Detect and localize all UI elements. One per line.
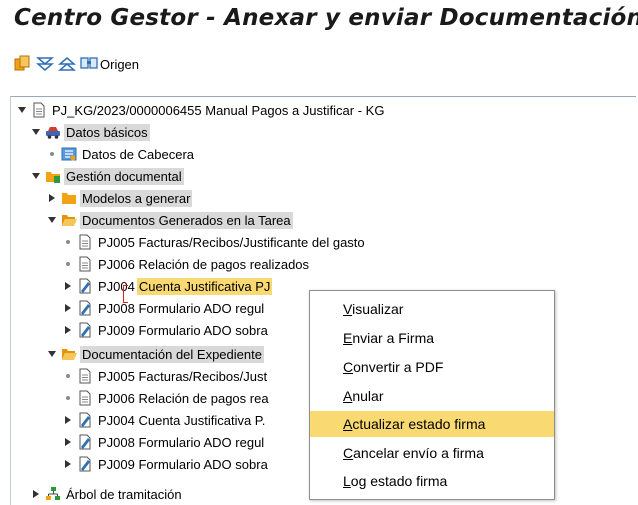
menu-item-cancelar-envio-firma[interactable]: Cancelar envío a firma: [310, 440, 554, 466]
caret-down-icon[interactable]: [31, 171, 41, 181]
modelos-generar-label: Modelos a generar: [80, 189, 193, 207]
gen-item-label: PJ009 Formulario ADO sobra: [98, 322, 268, 338]
menu-item-label: Visualizar: [343, 301, 404, 317]
menu-item-anular[interactable]: Anular: [310, 383, 554, 409]
tree-node-exp-pj008[interactable]: PJ008 Formulario ADO regul: [63, 431, 266, 453]
caret-right-icon[interactable]: [63, 437, 73, 447]
tree-node-exp-pj009[interactable]: PJ009 Formulario ADO sobra: [63, 453, 270, 475]
expand-all-icon[interactable]: [36, 54, 54, 74]
hierarchy-icon: [46, 487, 60, 500]
leaf-bullet: [63, 371, 73, 381]
document-icon: [79, 390, 91, 406]
leaf-bullet: [63, 237, 73, 247]
open-folder-icon: [62, 349, 77, 360]
menu-item-label: Cancelar envío a firma: [343, 445, 484, 461]
edit-document-icon: [79, 434, 91, 450]
caret-down-icon[interactable]: [47, 349, 57, 359]
tree-node-gen-pj005[interactable]: PJ005 Facturas/Recibos/Justificante del …: [63, 231, 367, 253]
exp-item-label: PJ006 Relación de pagos rea: [98, 390, 269, 406]
docs-generados-label: Documentos Generados en la Tarea: [80, 211, 293, 229]
menu-item-label: Actualizar estado firma: [343, 416, 486, 432]
caret-right-icon[interactable]: [63, 303, 73, 313]
caret-right-icon[interactable]: [63, 281, 73, 291]
exp-item-label: PJ005 Facturas/Recibos/Just: [98, 368, 268, 384]
exp-item-label: PJ008 Formulario ADO regul: [98, 434, 265, 450]
menu-item-actualizar-estado-firma[interactable]: Actualizar estado firma: [310, 411, 554, 437]
folder-icon: [62, 193, 76, 204]
tree-node-arbol-tramitacion[interactable]: Árbol de tramitación: [31, 483, 184, 505]
menu-item-label: Enviar a Firma: [343, 330, 435, 346]
tree-node-gestion-documental[interactable]: Gestión documental: [31, 165, 184, 187]
tree-node-docs-generados[interactable]: Documentos Generados en la Tarea: [47, 209, 293, 231]
menu-item-label: Log estado firma: [343, 473, 448, 489]
tree-node-datos-cabecera[interactable]: Datos de Cabecera: [47, 143, 196, 165]
gen-item-label: PJ004: [98, 278, 135, 294]
document-icon: [79, 234, 91, 250]
car-icon: [46, 127, 60, 139]
gestion-documental-label: Gestión documental: [64, 167, 184, 185]
menu-item-convertir-pdf[interactable]: Convertir a PDF: [310, 354, 554, 380]
root-label: PJ_KG/2023/0000006455 Manual Pagos a Jus…: [52, 102, 385, 118]
origin-button[interactable]: Origen: [80, 54, 139, 74]
leaf-bullet: [63, 259, 73, 269]
menu-item-enviar-firma[interactable]: Enviar a Firma: [310, 325, 554, 351]
caret-down-icon[interactable]: [17, 105, 27, 115]
edit-document-icon: [79, 412, 91, 428]
origin-icon: [80, 57, 98, 69]
open-folder-icon: [62, 215, 77, 226]
leaf-bullet: [47, 149, 57, 159]
caret-right-icon[interactable]: [63, 415, 73, 425]
datos-cabecera-label: Datos de Cabecera: [82, 146, 195, 162]
folder-managed-icon: [46, 172, 60, 183]
document-icon: [79, 256, 91, 272]
caret-right-icon[interactable]: [47, 193, 57, 203]
gen-item-label: PJ008 Formulario ADO regul: [98, 300, 265, 316]
tree-node-exp-pj005[interactable]: PJ005 Facturas/Recibos/Just: [63, 365, 269, 387]
doc-expediente-label: Documentación del Expediente: [80, 345, 264, 363]
tree-node-modelos-generar[interactable]: Modelos a generar: [47, 187, 193, 209]
tree-node-gen-pj009[interactable]: PJ009 Formulario ADO sobra: [63, 319, 270, 341]
collapse-all-icon[interactable]: [58, 54, 76, 74]
tree-node-doc-expediente[interactable]: Documentación del Expediente: [47, 343, 264, 365]
edit-document-icon: [79, 300, 91, 316]
gen-pj004-highlight: Cuenta Justificativa PJ: [136, 277, 273, 295]
tree-node-exp-pj004[interactable]: PJ004 Cuenta Justificativa P.: [63, 409, 267, 431]
header-data-icon: [61, 147, 77, 161]
menu-item-log-estado-firma[interactable]: Log estado firma: [310, 468, 554, 494]
gen-item-label: PJ005 Facturas/Recibos/Justificante del …: [98, 234, 365, 250]
gen-item-label: PJ006 Relación de pagos realizados: [98, 256, 310, 272]
caret-down-icon[interactable]: [47, 215, 57, 225]
tree-node-exp-pj006[interactable]: PJ006 Relación de pagos rea: [63, 387, 271, 409]
caret-right-icon[interactable]: [63, 459, 73, 469]
arbol-tramitacion-label: Árbol de tramitación: [66, 486, 182, 502]
leaf-bullet: [63, 393, 73, 403]
caret-right-icon[interactable]: [63, 325, 73, 335]
tree-node-root[interactable]: PJ_KG/2023/0000006455 Manual Pagos a Jus…: [17, 99, 386, 121]
caret-right-icon[interactable]: [31, 489, 41, 499]
context-menu: Visualizar Enviar a Firma Convertir a PD…: [309, 290, 555, 500]
menu-item-label: Anular: [343, 388, 384, 404]
toolbar: Origen: [0, 52, 638, 78]
caret-down-icon[interactable]: [31, 127, 41, 137]
document-icon: [79, 368, 91, 384]
origin-label: Origen: [100, 56, 140, 72]
menu-item-label: Convertir a PDF: [343, 359, 444, 375]
tree-node-gen-pj006[interactable]: PJ006 Relación de pagos realizados: [63, 253, 311, 275]
datos-basicos-label: Datos básicos: [64, 123, 150, 141]
tree-node-gen-pj004[interactable]: PJ004 Cuenta Justificativa PJ: [63, 275, 273, 297]
menu-item-visualizar[interactable]: Visualizar: [310, 296, 554, 322]
copy-icon[interactable]: [14, 54, 32, 74]
edit-document-icon: [79, 456, 91, 472]
tree-node-datos-basicos[interactable]: Datos básicos: [31, 121, 150, 143]
edit-document-icon: [79, 322, 91, 338]
document-icon: [33, 102, 45, 118]
edit-document-icon: [79, 278, 91, 294]
focus-bracket: [123, 285, 128, 303]
exp-item-label: PJ009 Formulario ADO sobra: [98, 456, 268, 472]
exp-item-label: PJ004 Cuenta Justificativa P.: [98, 412, 266, 428]
tree-node-gen-pj008[interactable]: PJ008 Formulario ADO regul: [63, 297, 266, 319]
window-title: Centro Gestor - Anexar y enviar Document…: [14, 5, 638, 31]
title-bar: Centro Gestor - Anexar y enviar Document…: [0, 0, 638, 44]
